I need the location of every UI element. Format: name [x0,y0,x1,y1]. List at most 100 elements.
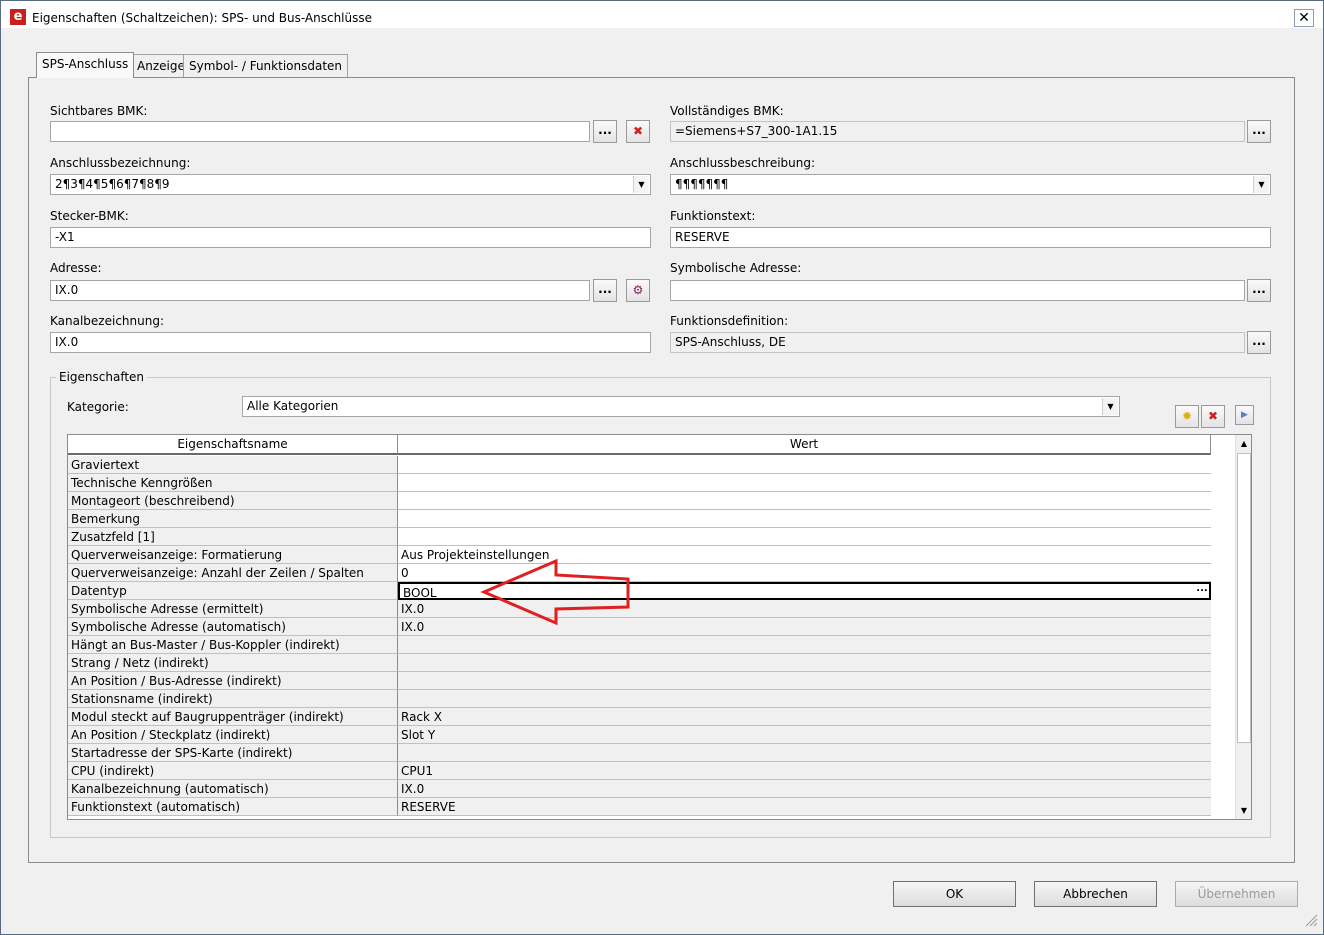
property-value-cell[interactable] [398,672,1211,690]
adresse-browse-button[interactable]: ... [593,279,617,302]
adresse-label: Adresse: [50,261,102,275]
property-name-cell[interactable]: Symbolische Adresse (ermittelt) [68,600,398,618]
app-icon: e [10,9,26,25]
property-name-cell[interactable]: Bemerkung [68,510,398,528]
apply-button[interactable]: Übernehmen [1175,881,1298,907]
table-row[interactable]: Funktionstext (automatisch) RESERVE [68,798,1211,816]
column-header-name[interactable]: Eigenschaftsname [68,435,398,455]
property-name-cell[interactable]: CPU (indirekt) [68,762,398,780]
datentyp-browse-button[interactable]: ... [1195,584,1209,598]
property-name-cell[interactable]: Hängt an Bus-Master / Bus-Koppler (indir… [68,636,398,654]
property-name-cell[interactable]: Zusatzfeld [1] [68,528,398,546]
table-row[interactable]: Modul steckt auf Baugruppenträger (indir… [68,708,1211,726]
table-row[interactable]: An Position / Steckplatz (indirekt) Slot … [68,726,1211,744]
adresse-input[interactable]: IX.0 [50,280,590,301]
sichtbares-bmk-label: Sichtbares BMK: [50,104,148,118]
property-value-cell[interactable] [398,510,1211,528]
property-name-cell[interactable]: Modul steckt auf Baugruppenträger (indir… [68,708,398,726]
window-title: Eigenschaften (Schaltzeichen): SPS- und … [32,11,373,25]
property-name-cell[interactable]: Symbolische Adresse (automatisch) [68,618,398,636]
symbolische-adresse-input[interactable] [670,280,1245,301]
sichtbares-bmk-input[interactable] [50,121,590,142]
symbolische-adresse-label: Symbolische Adresse: [670,261,802,275]
funktionsdefinition-browse-button[interactable]: ... [1247,331,1271,354]
property-value-cell[interactable] [398,528,1211,546]
table-row[interactable]: Stationsname (indirekt) [68,690,1211,708]
property-value-cell[interactable] [398,690,1211,708]
property-value-cell[interactable]: IX.0 [398,780,1211,798]
property-name-cell[interactable]: Graviertext [68,456,398,474]
property-value-cell[interactable] [398,636,1211,654]
funktionstext-label: Funktionstext: [670,209,756,223]
table-row[interactable]: CPU (indirekt) CPU1 [68,762,1211,780]
table-row[interactable]: Graviertext [68,456,1211,474]
tab-anzeige[interactable]: Anzeige [131,54,191,77]
delete-icon[interactable]: ✖ [626,120,650,143]
scroll-down-icon[interactable]: ▼ [1236,802,1251,819]
anschlussbezeichnung-label: Anschlussbezeichnung: [50,156,191,170]
table-row[interactable]: Hängt an Bus-Master / Bus-Koppler (indir… [68,636,1211,654]
property-value-cell[interactable]: Rack X [398,708,1211,726]
resize-grip-icon[interactable] [1304,913,1318,927]
funktionstext-input[interactable]: RESERVE [670,227,1271,248]
table-row[interactable]: An Position / Bus-Adresse (indirekt) [68,672,1211,690]
property-name-cell[interactable]: Datentyp [68,582,398,600]
property-name-cell[interactable]: An Position / Steckplatz (indirekt) [68,726,398,744]
close-icon[interactable]: ✕ [1294,9,1314,27]
property-value-cell[interactable]: CPU1 [398,762,1211,780]
scroll-up-icon[interactable]: ▲ [1236,435,1251,452]
property-name-cell[interactable]: Strang / Netz (indirekt) [68,654,398,672]
property-value-cell[interactable] [398,474,1211,492]
expand-arrow-icon[interactable]: ▶ [1235,405,1254,425]
tab-symbol-funktionsdaten[interactable]: Symbol- / Funktionsdaten [183,54,349,77]
table-row[interactable]: Startadresse der SPS-Karte (indirekt) [68,744,1211,762]
property-value-cell[interactable] [398,654,1211,672]
funktionsdefinition-input[interactable]: SPS-Anschluss, DE [670,332,1245,353]
vertical-scrollbar[interactable]: ▲ ▼ [1235,435,1251,819]
property-value-cell[interactable]: RESERVE [398,798,1211,816]
vollstaendiges-bmk-browse-button[interactable]: ... [1247,120,1271,143]
table-row[interactable]: Zusatzfeld [1] [68,528,1211,546]
stecker-bmk-input[interactable]: -X1 [50,227,651,248]
property-name-cell[interactable]: Technische Kenngrößen [68,474,398,492]
symbolische-adresse-browse-button[interactable]: ... [1247,279,1271,302]
property-value-cell[interactable] [398,492,1211,510]
property-name-cell[interactable]: Startadresse der SPS-Karte (indirekt) [68,744,398,762]
kanalbezeichnung-input[interactable]: IX.0 [50,332,651,353]
property-name-cell[interactable]: Querverweisanzeige: Anzahl der Zeilen / … [68,564,398,582]
property-value-cell[interactable]: Slot Y [398,726,1211,744]
vollstaendiges-bmk-input[interactable]: =Siemens+S7_300-1A1.15 [670,121,1245,142]
property-name-cell[interactable]: An Position / Bus-Adresse (indirekt) [68,672,398,690]
property-name-cell[interactable]: Querverweisanzeige: Formatierung [68,546,398,564]
property-value-cell[interactable] [398,456,1211,474]
table-row[interactable]: Kanalbezeichnung (automatisch) IX.0 [68,780,1211,798]
column-header-value[interactable]: Wert [398,435,1211,455]
property-value-cell[interactable] [398,744,1211,762]
delete-property-icon[interactable]: ✖ [1201,405,1225,428]
chevron-down-icon[interactable]: ▼ [633,176,649,193]
table-row[interactable]: Bemerkung [68,510,1211,528]
new-property-icon[interactable]: ✹ [1175,405,1199,428]
funktionsdefinition-label: Funktionsdefinition: [670,314,789,328]
ok-button[interactable]: OK [893,881,1016,907]
sichtbares-bmk-browse-button[interactable]: ... [593,120,617,143]
cancel-button[interactable]: Abbrechen [1034,881,1157,907]
plc-address-icon[interactable]: ⚙ [626,279,650,302]
anschlussbezeichnung-combo[interactable]: 2¶3¶4¶5¶6¶7¶8¶9 [50,174,651,195]
property-name-cell[interactable]: Funktionstext (automatisch) [68,798,398,816]
scroll-thumb[interactable] [1237,453,1251,743]
kategorie-combo[interactable]: Alle Kategorien [242,396,1120,417]
property-name-cell[interactable]: Stationsname (indirekt) [68,690,398,708]
property-name-cell[interactable]: Montageort (beschreibend) [68,492,398,510]
table-row[interactable]: Technische Kenngrößen [68,474,1211,492]
vollstaendiges-bmk-label: Vollständiges BMK: [670,104,784,118]
kategorie-label: Kategorie: [67,400,129,414]
table-row[interactable]: Strang / Netz (indirekt) [68,654,1211,672]
kanalbezeichnung-label: Kanalbezeichnung: [50,314,164,328]
property-name-cell[interactable]: Kanalbezeichnung (automatisch) [68,780,398,798]
tab-sps-anschluss[interactable]: SPS-Anschluss [36,52,135,78]
table-row[interactable]: Montageort (beschreibend) [68,492,1211,510]
chevron-down-icon[interactable]: ▼ [1102,398,1118,415]
chevron-down-icon[interactable]: ▼ [1253,176,1269,193]
anschlussbeschreibung-combo[interactable]: ¶¶¶¶¶¶¶ [670,174,1271,195]
